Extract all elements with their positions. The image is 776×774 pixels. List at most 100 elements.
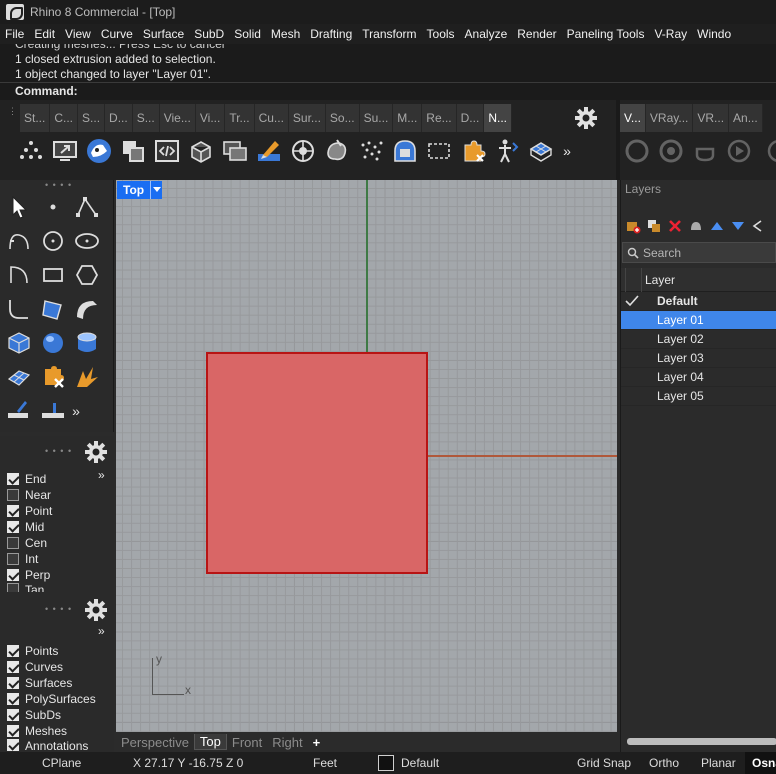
layer-row-layer-03[interactable]: Layer 03 — [621, 349, 776, 368]
script-editor-icon[interactable] — [150, 134, 184, 168]
osnap-tan-checkbox[interactable]: Tan — [7, 583, 44, 592]
menu-window[interactable]: Windo — [692, 27, 736, 41]
visibility-gear-icon[interactable] — [82, 596, 110, 624]
new-sublayer-icon[interactable] — [646, 218, 662, 234]
polygon-icon[interactable] — [70, 258, 104, 292]
tab-transform[interactable]: Tr... — [225, 104, 255, 132]
drag-handle[interactable]: • • • • — [45, 446, 72, 456]
visibility-surfaces-checkbox[interactable]: Surfaces — [7, 675, 72, 691]
selected-extrusion[interactable] — [206, 352, 428, 574]
visibility-meshes-checkbox[interactable]: Meshes — [7, 723, 67, 739]
osnap-gear-icon[interactable] — [82, 438, 110, 466]
text-block-icon[interactable] — [36, 394, 70, 428]
menu-mesh[interactable]: Mesh — [266, 27, 305, 41]
tab-vray[interactable]: V... — [620, 104, 646, 132]
box-solid-icon[interactable] — [2, 326, 36, 360]
add-viewport-tab-button[interactable]: + — [308, 735, 326, 750]
offset-surface-icon[interactable] — [388, 134, 422, 168]
tab-surface-tools[interactable]: Sur... — [288, 104, 326, 132]
menu-subd[interactable]: SubD — [189, 27, 229, 41]
osnap-int-checkbox[interactable]: Int — [7, 551, 38, 567]
layer-filter-icon[interactable] — [688, 218, 704, 234]
move-layer-down-icon[interactable] — [730, 218, 746, 234]
rhino-render-icon[interactable] — [82, 134, 116, 168]
layer-row-layer-02[interactable]: Layer 02 — [621, 330, 776, 349]
tab-select[interactable]: S... — [132, 104, 160, 132]
shrinkwrap-icon[interactable] — [320, 134, 354, 168]
dashed-rectangle-icon[interactable] — [422, 134, 456, 168]
move-layer-out-icon[interactable] — [751, 218, 763, 234]
tab-vray-animation[interactable]: An... — [729, 104, 763, 132]
tab-curve-tools[interactable]: Cu... — [254, 104, 289, 132]
osnap-cen-checkbox[interactable]: Cen — [7, 535, 47, 551]
grid-snap-toggle[interactable]: Grid Snap — [577, 756, 631, 770]
tab-display[interactable]: D... — [105, 104, 133, 132]
surface-corner-icon[interactable] — [36, 292, 70, 326]
visibility-curves-checkbox[interactable]: Curves — [7, 659, 63, 675]
subd-grid-icon[interactable] — [524, 134, 558, 168]
cplane-label[interactable]: CPlane — [42, 756, 81, 770]
tab-render-tools[interactable]: Re... — [422, 104, 457, 132]
tab-standard[interactable]: St... — [20, 104, 51, 132]
viewport-tab-top[interactable]: Top — [193, 734, 227, 750]
boolean-icon[interactable] — [116, 134, 150, 168]
osnap-end-checkbox[interactable]: End — [7, 471, 46, 487]
toolbar-overflow-icon[interactable]: » — [558, 134, 576, 168]
puzzle-plugin-icon[interactable] — [456, 134, 490, 168]
layer-row-layer-01[interactable]: Layer 01 — [621, 311, 776, 330]
mesh-plane-icon[interactable] — [2, 360, 36, 394]
layer-color-swatch[interactable] — [378, 755, 394, 771]
menu-vray[interactable]: V-Ray — [649, 27, 692, 41]
tab-drafting[interactable]: D... — [456, 104, 485, 132]
menu-edit[interactable]: Edit — [29, 27, 60, 41]
visibility-annotations-checkbox[interactable]: Annotations — [7, 739, 88, 752]
visibility-points-checkbox[interactable]: Points — [7, 643, 58, 659]
extrude-surface-icon[interactable] — [70, 292, 104, 326]
planar-toggle[interactable]: Planar — [701, 756, 736, 770]
sphere-icon[interactable] — [36, 326, 70, 360]
dimension-icon[interactable] — [2, 394, 36, 428]
rectangle-icon[interactable] — [36, 258, 70, 292]
layer-row-layer-04[interactable]: Layer 04 — [621, 368, 776, 387]
menu-view[interactable]: View — [60, 27, 96, 41]
viewport-tab-right[interactable]: Right — [267, 735, 307, 750]
tab-vray-toolbar[interactable]: VRay... — [645, 104, 694, 132]
menu-file[interactable]: File — [0, 27, 29, 41]
osnap-point-checkbox[interactable]: Point — [7, 503, 52, 519]
osnap-near-checkbox[interactable]: Near — [7, 487, 51, 503]
tab-solid-tools[interactable]: So... — [325, 104, 360, 132]
display-mode-icon[interactable] — [48, 134, 82, 168]
vray-sphere-icon[interactable] — [756, 134, 776, 168]
visibility-overflow-icon[interactable]: » — [98, 624, 105, 638]
point-icon[interactable] — [36, 190, 70, 224]
vray-teapot-icon[interactable] — [688, 134, 722, 168]
explode-icon[interactable] — [70, 360, 104, 394]
tab-visibility[interactable]: Vi... — [195, 104, 226, 132]
drag-handle[interactable]: ⋮ — [8, 106, 18, 117]
visibility-polysurfaces-checkbox[interactable]: PolySurfaces — [7, 691, 96, 707]
tab-vray-lights[interactable]: VR... — [693, 104, 730, 132]
drag-handle[interactable]: • • • • — [45, 180, 72, 190]
ellipse-icon[interactable] — [70, 224, 104, 258]
osnap-overflow-icon[interactable]: » — [98, 468, 105, 482]
tab-mesh-tools[interactable]: M... — [393, 104, 423, 132]
tab-subd-tools[interactable]: Su... — [359, 104, 394, 132]
layout-icon[interactable] — [218, 134, 252, 168]
vray-play-icon[interactable] — [722, 134, 756, 168]
menu-paneling-tools[interactable]: Paneling Tools — [562, 27, 650, 41]
box-wireframe-icon[interactable] — [184, 134, 218, 168]
osnap-mid-checkbox[interactable]: Mid — [7, 519, 44, 535]
curve-icon[interactable] — [2, 224, 36, 258]
menu-solid[interactable]: Solid — [229, 27, 266, 41]
delete-layer-icon[interactable] — [667, 218, 683, 234]
tab-viewport-layout[interactable]: Vie... — [159, 104, 196, 132]
viewport-tab-perspective[interactable]: Perspective — [116, 735, 194, 750]
tab-set-view[interactable]: S... — [78, 104, 106, 132]
drag-handle[interactable]: • • • • — [45, 604, 72, 614]
menu-drafting[interactable]: Drafting — [305, 27, 357, 41]
new-layer-icon[interactable] — [625, 218, 641, 234]
menu-curve[interactable]: Curve — [96, 27, 138, 41]
polyline-icon[interactable] — [70, 190, 104, 224]
horizontal-scrollbar[interactable] — [627, 738, 776, 745]
move-layer-up-icon[interactable] — [709, 218, 725, 234]
